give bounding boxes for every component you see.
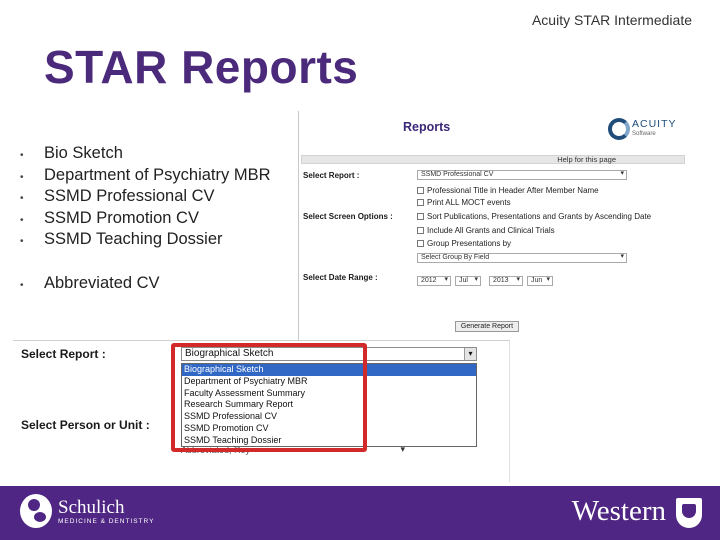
checkbox[interactable] [417, 227, 424, 234]
bullet-text: Bio Sketch [44, 144, 123, 162]
select-person-label: Select Person or Unit : [21, 418, 150, 432]
footer-bar: Schulich MEDICINE & DENTISTRY Western [0, 486, 720, 540]
schulich-s-icon [20, 494, 52, 528]
acuity-logo: ACUITY Software [608, 118, 677, 140]
select-date-range-label: Select Date Range : [303, 273, 378, 282]
checkbox[interactable] [417, 213, 424, 220]
slide-title: STAR Reports [44, 41, 359, 93]
generate-report-button[interactable]: Generate Report [455, 321, 519, 332]
bullet-item: • Abbreviated CV [20, 274, 271, 296]
report-type-select[interactable]: SSMD Professional CV [417, 170, 627, 180]
bullet-icon: • [20, 279, 24, 291]
western-crest-icon [676, 498, 702, 528]
chevron-down-icon[interactable]: ▾ [464, 348, 476, 360]
select-report-label: Select Report : [21, 347, 106, 361]
bullet-list: • Bio Sketch • Department of Psychiatry MB… [20, 144, 271, 295]
end-month-select[interactable]: Jun [527, 276, 553, 286]
option-checkbox-row[interactable]: Professional Title in Header After Membe… [417, 186, 599, 195]
start-month-select[interactable]: Jul [455, 276, 481, 286]
bullet-text: SSMD Professional CV [44, 187, 215, 205]
bullet-item: • SSMD Professional CV [20, 187, 271, 209]
header-tag: Acuity STAR Intermediate [531, 12, 692, 28]
group-by-select[interactable]: Select Group By Field [417, 253, 627, 263]
option-label: Include All Grants and Clinical Trials [427, 226, 555, 235]
bullet-text: Abbreviated CV [44, 273, 160, 292]
bullet-text: SSMD Teaching Dossier [44, 230, 223, 248]
bullet-text: SSMD Promotion CV [44, 208, 199, 227]
bullet-icon: • [20, 150, 24, 161]
western-wordmark: Western [571, 495, 666, 527]
end-year-select[interactable]: 2013 [489, 276, 523, 286]
option-checkbox-row[interactable]: Print ALL MOCT events [417, 198, 511, 207]
reports-title: Reports [403, 120, 451, 134]
acuity-logo-sub: Software [632, 131, 656, 137]
bullet-item: • Bio Sketch [20, 144, 271, 166]
bullet-text: Department of Psychiatry MBR [44, 165, 271, 184]
bullet-icon: • [20, 171, 24, 183]
bullet-icon: • [20, 193, 24, 204]
option-checkbox-row[interactable]: Include All Grants and Clinical Trials [417, 226, 555, 235]
select-report-screenshot: Select Report : Biographical Sketch ▾ Bi… [13, 340, 510, 482]
bullet-icon: • [20, 214, 24, 226]
checkbox[interactable] [417, 240, 424, 247]
acuity-c-icon [608, 118, 630, 140]
school-name: Schulich [58, 496, 125, 518]
select-screen-options-label: Select Screen Options : [303, 212, 393, 221]
highlight-frame [171, 343, 367, 452]
option-checkbox-row[interactable]: Sort Publications, Presentations and Gra… [417, 212, 651, 221]
reports-screenshot: Reports ACUITY Software Help for this pag… [298, 111, 686, 352]
option-label: Sort Publications, Presentations and Gra… [427, 212, 652, 221]
option-checkbox-row[interactable]: Group Presentations by [417, 239, 511, 248]
bullet-icon: • [20, 236, 24, 247]
help-link[interactable]: Help for this page [557, 155, 616, 164]
option-label: Group Presentations by [427, 239, 512, 248]
checkbox[interactable] [417, 187, 424, 194]
bullet-item: • SSMD Teaching Dossier [20, 230, 271, 252]
school-sub: MEDICINE & DENTISTRY [58, 517, 155, 525]
select-report-label: Select Report : [303, 171, 360, 180]
start-year-select[interactable]: 2012 [417, 276, 451, 286]
checkbox[interactable] [417, 199, 424, 206]
option-label: Print ALL MOCT events [427, 198, 511, 207]
help-bar: Help for this page [301, 155, 685, 164]
bullet-item: • SSMD Promotion CV [20, 209, 271, 231]
schulich-logo: Schulich MEDICINE & DENTISTRY [20, 494, 154, 528]
bullet-item: • Department of Psychiatry MBR [20, 166, 271, 188]
option-label: Professional Title in Header After Membe… [427, 186, 599, 195]
